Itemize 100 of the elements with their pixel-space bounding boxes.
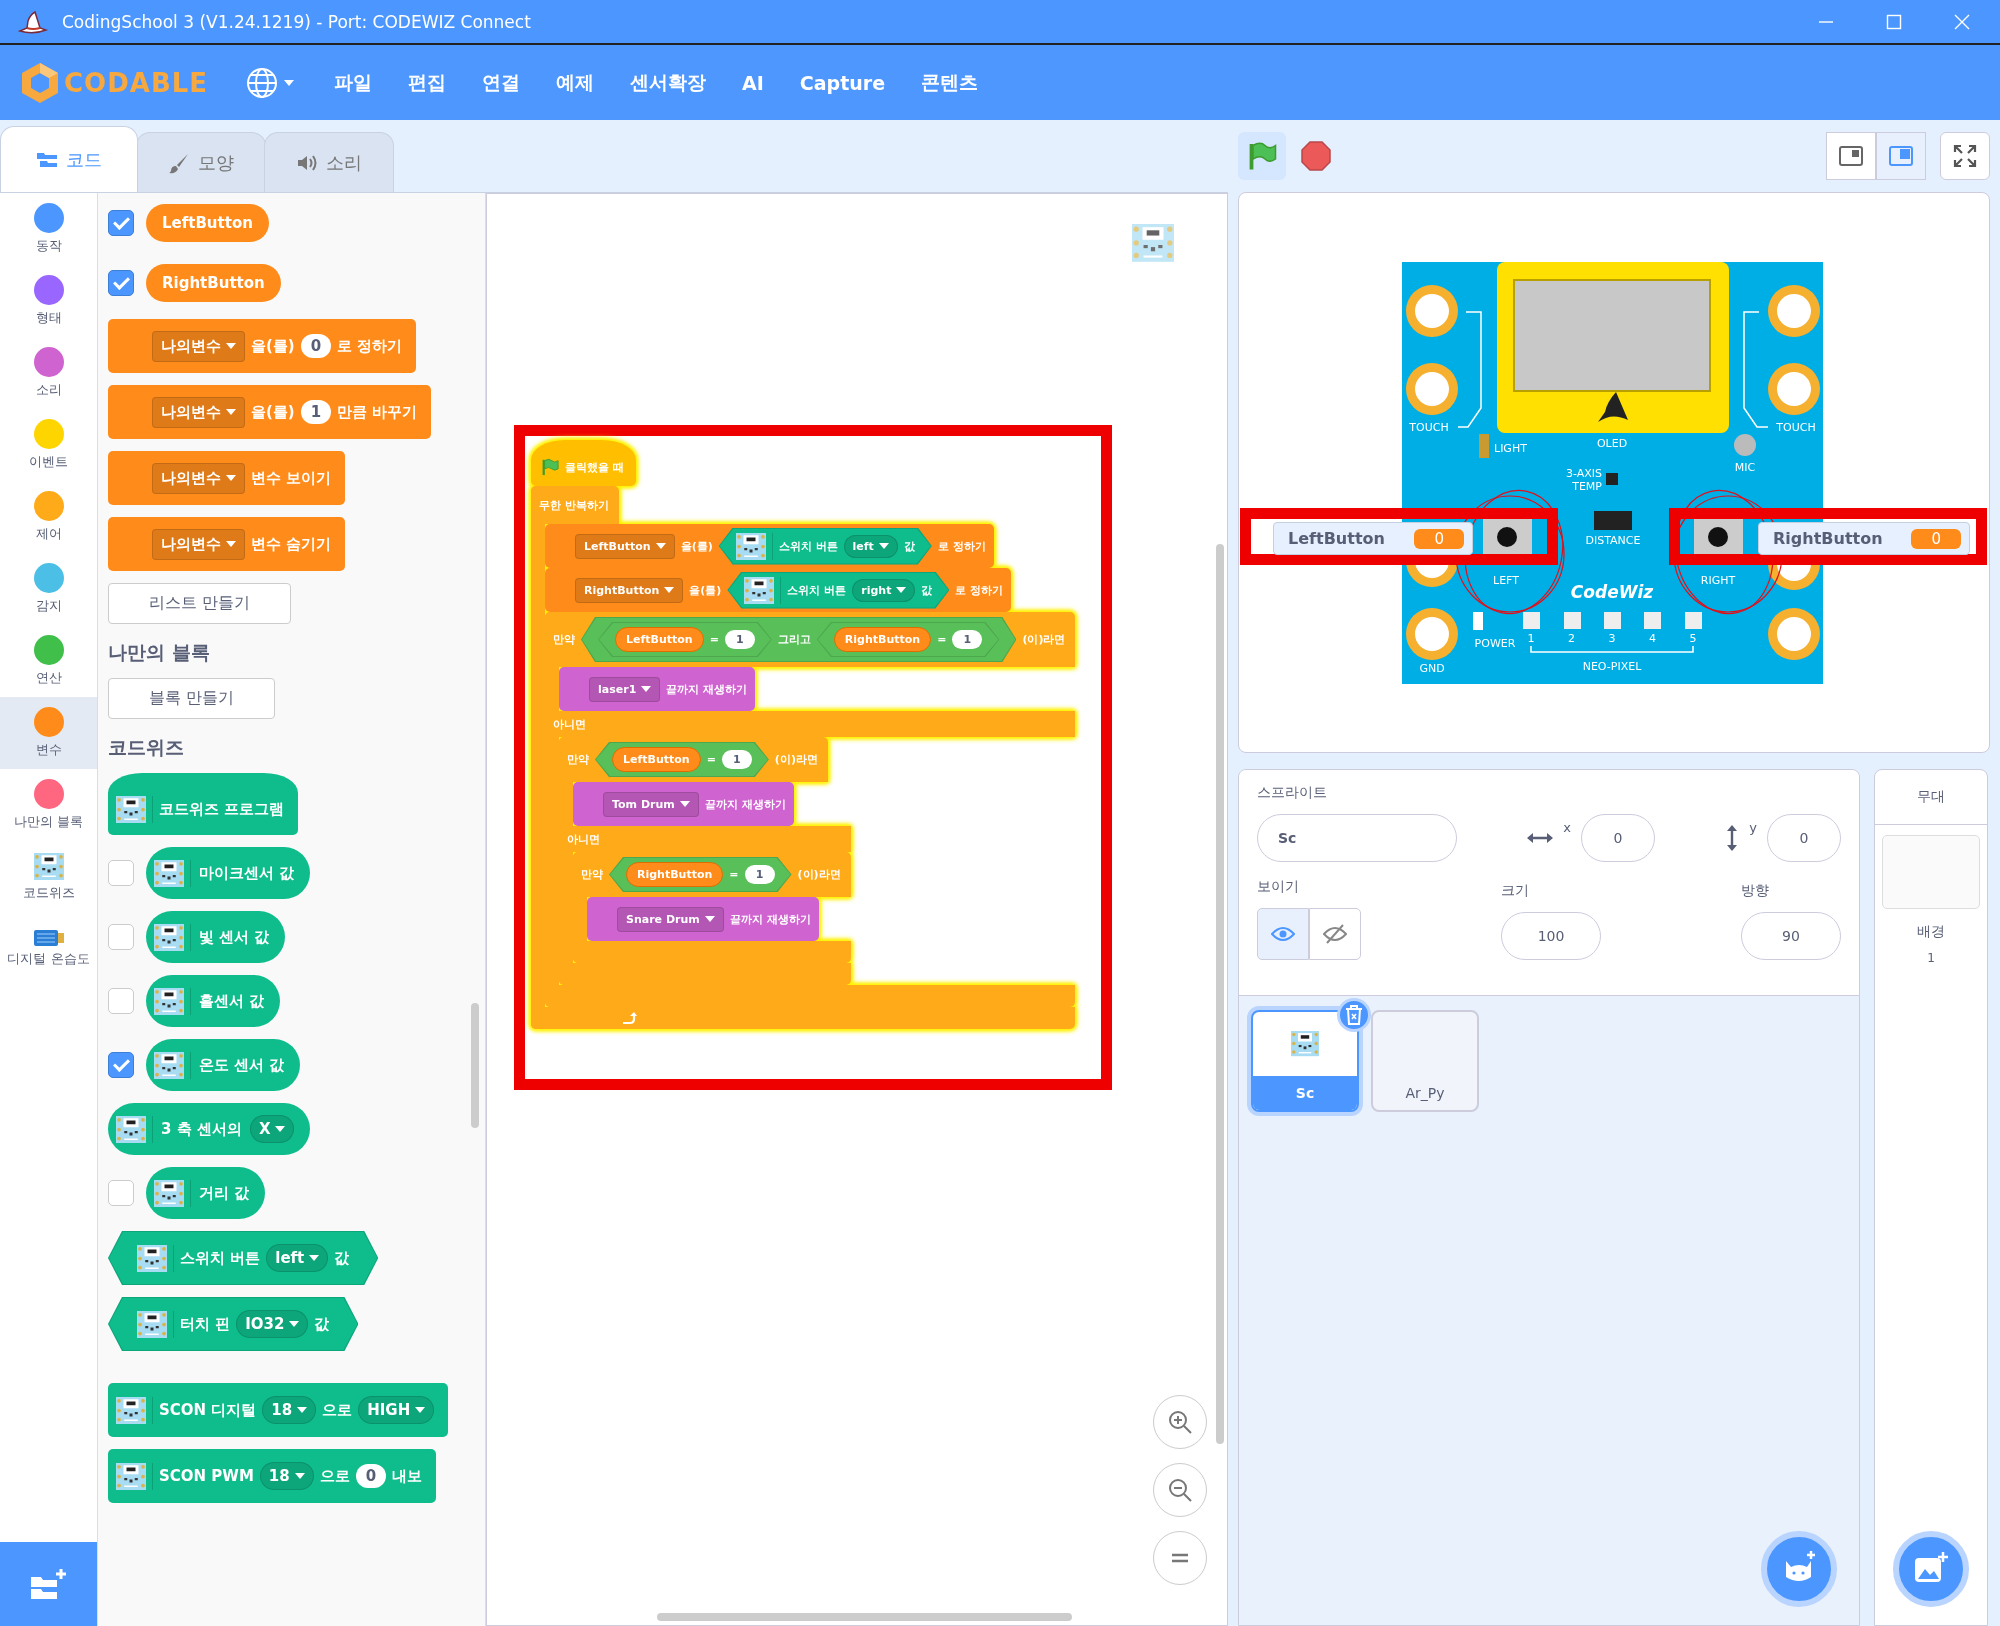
checkbox[interactable] (108, 1180, 134, 1206)
reporter-block[interactable]: 빛 센서 값 (146, 911, 286, 963)
close-icon[interactable] (1954, 13, 1970, 30)
maximize-icon[interactable] (1886, 13, 1902, 30)
block-dropdown[interactable]: LeftButton (575, 533, 675, 559)
make-block-button[interactable]: 블록 만들기 (108, 678, 276, 719)
reporter-block[interactable]: 거리 값 (146, 1167, 266, 1219)
block-dropdown[interactable]: left (843, 534, 898, 558)
category-item[interactable]: 동작 (0, 193, 97, 265)
number-input[interactable]: 0 (300, 334, 332, 358)
language-menu[interactable] (246, 66, 295, 99)
make-block-button[interactable]: 리스트 만들기 (108, 583, 292, 624)
boolean-block[interactable]: 스위치 버튼 right 값 (727, 571, 950, 609)
block-dropdown[interactable]: left (266, 1244, 329, 1272)
block-dropdown[interactable]: HIGH (358, 1396, 435, 1424)
variable-reporter[interactable]: LeftButton (612, 747, 701, 772)
checkbox[interactable] (108, 270, 134, 296)
stack-block[interactable]: LeftButton 을(를) 스위치 버튼 left 값 로 정하기 (545, 524, 994, 568)
boolean-block[interactable]: 터치 핀 IO32 값 (108, 1297, 359, 1351)
block-dropdown[interactable]: X (249, 1115, 295, 1143)
category-item[interactable]: 나만의 블록 (0, 769, 97, 841)
menu-item[interactable]: 파일 (316, 69, 391, 96)
zoom-out-button[interactable] (1153, 1463, 1207, 1517)
stage-layout-button[interactable] (1940, 132, 1990, 180)
category-item[interactable]: 이벤트 (0, 409, 97, 481)
boolean-block[interactable]: 스위치 버튼 left 값 (108, 1231, 379, 1285)
checkbox[interactable] (108, 924, 134, 950)
boolean-block[interactable]: RightButton = 1 (609, 857, 792, 892)
editor-tab[interactable]: 코드 (0, 126, 138, 192)
number-input[interactable]: 1 (300, 400, 332, 424)
zoom-reset-button[interactable] (1153, 1531, 1207, 1585)
reporter-block[interactable]: 3 축 센서의 X (108, 1103, 311, 1155)
menu-item[interactable]: 콘텐츠 (903, 69, 997, 96)
scrollbar[interactable] (657, 1613, 1072, 1621)
stack-block[interactable]: 나의변수 을(를) 0 로 정하기 (108, 319, 417, 373)
boolean-block[interactable]: RightButton = 1 (816, 622, 1000, 657)
menu-item[interactable]: Capture (781, 71, 904, 94)
control-block[interactable]: 만약 LeftButton = 1 그리고 RightButton = 1 (이)라면 laser1 끝까지 재생하기 아니면 만약 LeftButton = 1 (이)라면 Tom Drum 끝까지 재생하기 아니면 만약 RightButton = 1 (이)라면 Snare Drum 끝까지 재생하기 (545, 612, 1076, 1007)
stage-layout-button[interactable] (1826, 132, 1876, 180)
stack-block[interactable]: SCON PWM 18 으로 0 내보 (108, 1449, 437, 1503)
checkbox[interactable] (108, 1052, 134, 1078)
hide-button[interactable] (1309, 908, 1361, 960)
reporter-block[interactable]: 홀센서 값 (146, 975, 281, 1027)
menu-item[interactable]: AI (724, 71, 782, 94)
flag-button[interactable] (1238, 132, 1286, 180)
boolean-block[interactable]: LeftButton = 1 (598, 622, 772, 657)
stack-block[interactable]: SCON 디지털 18 으로 HIGH (108, 1383, 449, 1437)
checkbox[interactable] (108, 988, 134, 1014)
category-item[interactable]: 감지 (0, 553, 97, 625)
block-dropdown[interactable]: laser1 (589, 676, 661, 702)
block-dropdown[interactable]: 나의변수 (152, 396, 245, 428)
variable-reporter[interactable]: RightButton (146, 264, 281, 302)
block-dropdown[interactable]: 나의변수 (152, 528, 245, 560)
checkbox[interactable] (108, 860, 134, 886)
reporter-block[interactable]: 온도 센서 값 (146, 1039, 301, 1091)
menu-item[interactable]: 센서확장 (612, 69, 725, 96)
stack-block[interactable]: RightButton 을(를) 스위치 버튼 right 값 로 정하기 (545, 568, 1012, 612)
delete-button[interactable] (1337, 998, 1371, 1032)
block-dropdown[interactable]: right (852, 578, 916, 602)
block-dropdown[interactable]: 나의변수 (152, 330, 245, 362)
add-extension-button[interactable] (0, 1542, 97, 1626)
category-item[interactable]: 변수 (0, 697, 97, 769)
stack-block[interactable]: 나의변수 을(를) 1 만큼 바꾸기 (108, 385, 432, 439)
variable-monitor[interactable]: RightButton 0 (1758, 522, 1970, 555)
category-item[interactable]: 제어 (0, 481, 97, 553)
block-dropdown[interactable]: IO32 (236, 1310, 309, 1338)
show-button[interactable] (1257, 908, 1309, 960)
number-input[interactable]: 1 (744, 865, 775, 884)
category-item[interactable]: 디지털 온습도 (0, 913, 97, 985)
block-dropdown[interactable]: RightButton (575, 577, 684, 603)
variable-reporter[interactable]: LeftButton (615, 627, 704, 652)
zoom-in-button[interactable] (1153, 1395, 1207, 1449)
stack-block[interactable]: laser1 끝까지 재생하기 (559, 667, 756, 711)
stack-block[interactable]: Snare Drum 끝까지 재생하기 (587, 897, 819, 941)
variable-reporter[interactable]: LeftButton (146, 204, 269, 242)
block-dropdown[interactable]: 18 (259, 1462, 314, 1490)
number-input[interactable]: 0 (355, 1464, 387, 1488)
editor-tab[interactable]: 모양 (136, 132, 266, 192)
control-block[interactable]: 만약 LeftButton = 1 (이)라면 Tom Drum 끝까지 재생하기 아니면 만약 RightButton = 1 (이)라면 Snare Drum 끝까지 재생하기 (559, 737, 851, 985)
block-dropdown[interactable]: 18 (262, 1396, 317, 1424)
category-item[interactable]: 코드위즈 (0, 841, 97, 913)
menu-item[interactable]: 편집 (390, 69, 465, 96)
boolean-block[interactable]: 스위치 버튼 left 값 (718, 527, 932, 565)
stop-icon[interactable] (1300, 140, 1332, 172)
scrollbar[interactable] (471, 1003, 479, 1128)
stack-block[interactable]: Tom Drum 끝까지 재생하기 (573, 782, 794, 826)
number-input[interactable]: 1 (724, 630, 755, 649)
block-dropdown[interactable]: Snare Drum (617, 906, 724, 932)
backdrop-thumbnail[interactable] (1882, 835, 1980, 909)
scrollbar[interactable] (1216, 544, 1224, 1444)
menu-item[interactable]: 연결 (464, 69, 539, 96)
variable-reporter[interactable]: RightButton (833, 627, 932, 652)
category-item[interactable]: 형태 (0, 265, 97, 337)
stack-block[interactable]: 나의변수 변수 숨기기 (108, 517, 346, 571)
block-dropdown[interactable]: Tom Drum (603, 791, 699, 817)
hat-block[interactable]: 코드위즈 프로그램 (108, 773, 299, 835)
number-input[interactable]: 1 (721, 750, 752, 769)
number-input[interactable]: 1 (952, 630, 983, 649)
category-item[interactable]: 소리 (0, 337, 97, 409)
stack-block[interactable]: 나의변수 변수 보이기 (108, 451, 346, 505)
